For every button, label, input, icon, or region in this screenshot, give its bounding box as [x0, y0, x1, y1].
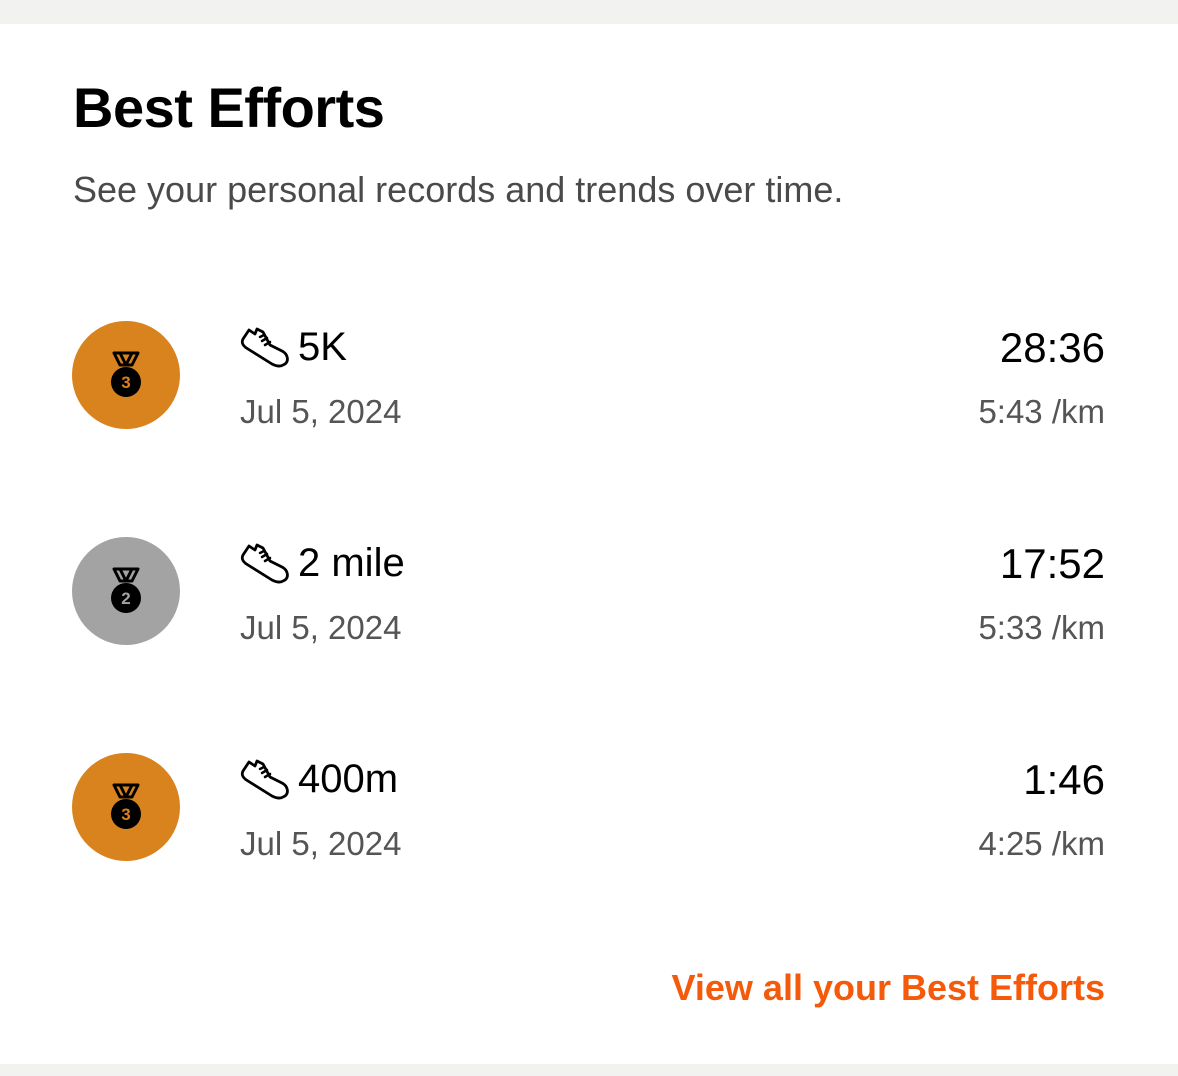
running-shoe-icon [240, 327, 289, 368]
view-all-best-efforts-link[interactable]: View all your Best Efforts [672, 970, 1105, 1006]
effort-name: 400m [298, 757, 399, 801]
effort-time: 17:52 [999, 540, 1105, 587]
effort-date: Jul 5, 2024 [240, 825, 402, 862]
effort-pace: 5:43 /km [978, 393, 1105, 430]
effort-time: 28:36 [999, 324, 1105, 371]
page-subtitle: See your personal records and trends ove… [73, 169, 844, 210]
bronze-medal-icon: 3 [72, 753, 180, 861]
running-shoe-icon [240, 759, 289, 800]
page-title: Best Efforts [73, 76, 385, 139]
effort-title: 5K [240, 325, 347, 369]
effort-pace: 4:25 /km [978, 825, 1105, 862]
effort-time: 1:46 [1023, 756, 1105, 803]
effort-date: Jul 5, 2024 [240, 393, 402, 430]
silver-medal-icon: 2 [72, 537, 180, 645]
effort-row-5k[interactable]: 3 5K Jul 5, 2024 28:36 5:43 /km [0, 321, 1178, 451]
effort-pace: 5:33 /km [978, 609, 1105, 646]
svg-text:3: 3 [121, 373, 130, 392]
effort-row-400m[interactable]: 3 400m Jul 5, 2024 1:46 4:25 /km [0, 753, 1178, 883]
bronze-medal-icon: 3 [72, 321, 180, 429]
running-shoe-icon [240, 543, 289, 584]
svg-text:2: 2 [121, 589, 130, 608]
effort-title: 2 mile [240, 541, 405, 585]
effort-name: 2 mile [298, 541, 405, 585]
effort-name: 5K [298, 325, 347, 369]
effort-row-2-mile[interactable]: 2 2 mile Jul 5, 2024 17:52 5:33 /km [0, 537, 1178, 667]
effort-date: Jul 5, 2024 [240, 609, 402, 646]
effort-title: 400m [240, 757, 398, 801]
svg-text:3: 3 [121, 805, 130, 824]
